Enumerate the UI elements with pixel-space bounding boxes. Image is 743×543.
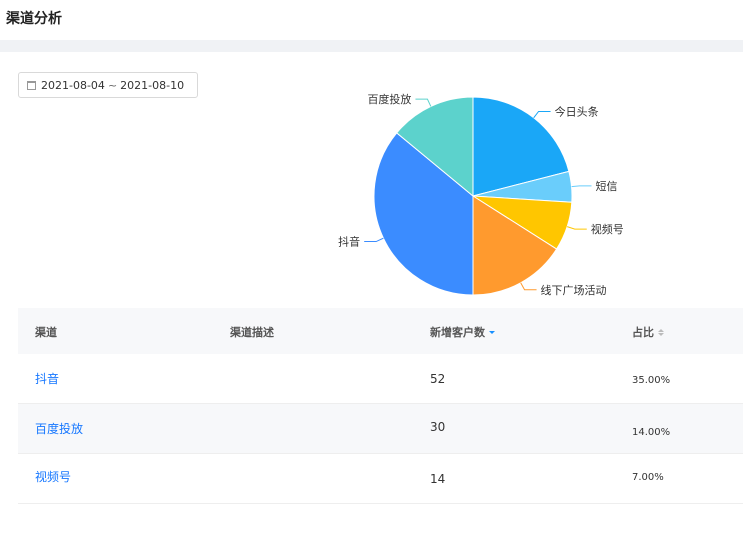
header-description: 渠道描述	[230, 326, 274, 339]
pie-leader-line-5	[415, 98, 432, 107]
page-header: 渠道分析	[0, 0, 743, 40]
sort-desc-icon[interactable]	[489, 330, 495, 334]
share-value: 14.00%	[632, 427, 671, 438]
pie-label-1: 短信	[596, 179, 618, 193]
pie-label-0: 今日头条	[555, 104, 599, 118]
channel-link[interactable]: 视频号	[35, 468, 71, 485]
new-customers-value: 14	[430, 472, 446, 486]
pie-label-3: 线下广场活动	[541, 283, 607, 297]
pie-label-4: 抖音	[338, 235, 360, 249]
pie-chart: 今日头条短信视频号线下广场活动 抖音 百度投放	[338, 92, 624, 297]
new-customers-value: 30	[430, 420, 446, 434]
header-new-customers[interactable]: 新增客户数	[430, 324, 495, 340]
pie-label-5: 百度投放	[367, 92, 411, 106]
share-value: 35.00%	[632, 375, 671, 386]
pie-leader-line-0	[533, 110, 551, 119]
page-title: 渠道分析	[6, 11, 62, 27]
start-date[interactable]: 2021-08-04	[41, 79, 105, 92]
table-row: 抖音 52 35.00%	[18, 354, 743, 404]
sort-icon[interactable]	[658, 328, 664, 336]
date-separator: ~	[107, 78, 118, 92]
new-customers-value: 52	[430, 372, 446, 386]
pie-leader-line-2	[567, 226, 587, 230]
pie-leader-line-1	[571, 185, 592, 188]
share-value: 7.00%	[632, 472, 664, 483]
table-row: 视频号 14 7.00%	[18, 454, 743, 504]
channel-link[interactable]: 百度投放	[35, 420, 83, 437]
table-row: 百度投放 30 14.00%	[18, 404, 743, 454]
end-date[interactable]: 2021-08-10	[120, 79, 184, 92]
header-channel: 渠道	[35, 326, 57, 339]
channel-table: 渠道 渠道描述 新增客户数 占比 抖音 52 35.00% 百度投放 30 14…	[18, 308, 743, 504]
header-share[interactable]: 占比	[632, 324, 664, 340]
pie-label-2: 视频号	[591, 222, 624, 236]
header-divider	[0, 40, 743, 52]
calendar-icon	[27, 80, 36, 90]
date-range-picker[interactable]: 2021-08-04 ~ 2021-08-10	[18, 72, 198, 98]
pie-leader-line-3	[520, 282, 537, 291]
channel-link[interactable]: 抖音	[35, 370, 59, 387]
pie-leader-line-4	[364, 237, 384, 243]
table-header: 渠道 渠道描述 新增客户数 占比	[18, 308, 743, 354]
